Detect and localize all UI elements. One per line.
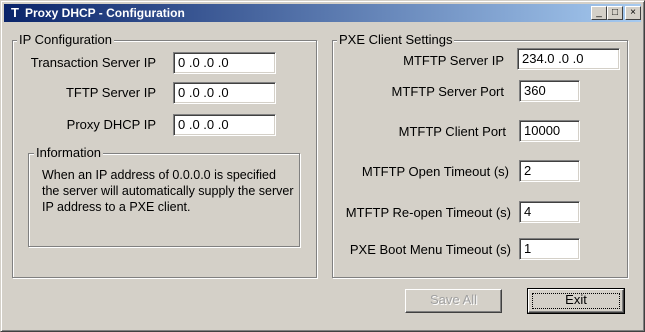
mtftp-client-port-label: MTFTP Client Port <box>398 124 506 139</box>
information-legend: Information <box>34 145 104 160</box>
tftp-server-ip-label: TFTP Server IP <box>65 85 156 100</box>
mtftp-server-port-field[interactable]: 360 <box>519 80 580 102</box>
pxe-boot-menu-timeout-label: PXE Boot Menu Timeout (s) <box>349 242 511 257</box>
transaction-server-ip-label: Transaction Server IP <box>30 55 156 70</box>
information-text: When an IP address of 0.0.0.0 is specifi… <box>42 168 294 214</box>
mtftp-server-ip-field[interactable]: 234.0 .0 .0 <box>517 48 620 70</box>
window-title: Proxy DHCP - Configuration <box>25 6 185 20</box>
ip-configuration-legend: IP Configuration <box>17 32 114 47</box>
mtftp-server-ip-label: MTFTP Server IP <box>403 53 504 68</box>
maximize-button[interactable]: □ <box>607 6 623 20</box>
mtftp-reopen-timeout-label: MTFTP Re-open Timeout (s) <box>345 205 511 220</box>
mtftp-open-timeout-field[interactable]: 2 <box>519 160 580 182</box>
exit-button[interactable]: Exit <box>527 288 625 314</box>
app-icon: T <box>11 5 19 20</box>
save-all-button[interactable]: Save All <box>405 289 502 313</box>
focus-rectangle <box>532 293 620 309</box>
pxe-boot-menu-timeout-field[interactable]: 1 <box>519 238 580 260</box>
minimize-button[interactable]: _ <box>591 6 607 20</box>
mtftp-client-port-field[interactable]: 10000 <box>519 120 580 142</box>
transaction-server-ip-field[interactable]: 0 .0 .0 .0 <box>173 52 276 74</box>
mtftp-reopen-timeout-field[interactable]: 4 <box>519 201 580 223</box>
mtftp-server-port-label: MTFTP Server Port <box>391 84 504 99</box>
mtftp-open-timeout-label: MTFTP Open Timeout (s) <box>361 164 509 179</box>
pxe-client-settings-legend: PXE Client Settings <box>337 32 455 47</box>
proxy-dhcp-ip-field[interactable]: 0 .0 .0 .0 <box>173 114 276 136</box>
proxy-dhcp-window: T Proxy DHCP - Configuration _ □ × IP Co… <box>0 0 645 332</box>
save-all-label: Save All <box>430 292 477 307</box>
tftp-server-ip-field[interactable]: 0 .0 .0 .0 <box>173 82 276 104</box>
title-bar[interactable]: T Proxy DHCP - Configuration _ □ × <box>4 4 641 22</box>
proxy-dhcp-ip-label: Proxy DHCP IP <box>66 117 156 132</box>
close-button[interactable]: × <box>625 6 641 20</box>
